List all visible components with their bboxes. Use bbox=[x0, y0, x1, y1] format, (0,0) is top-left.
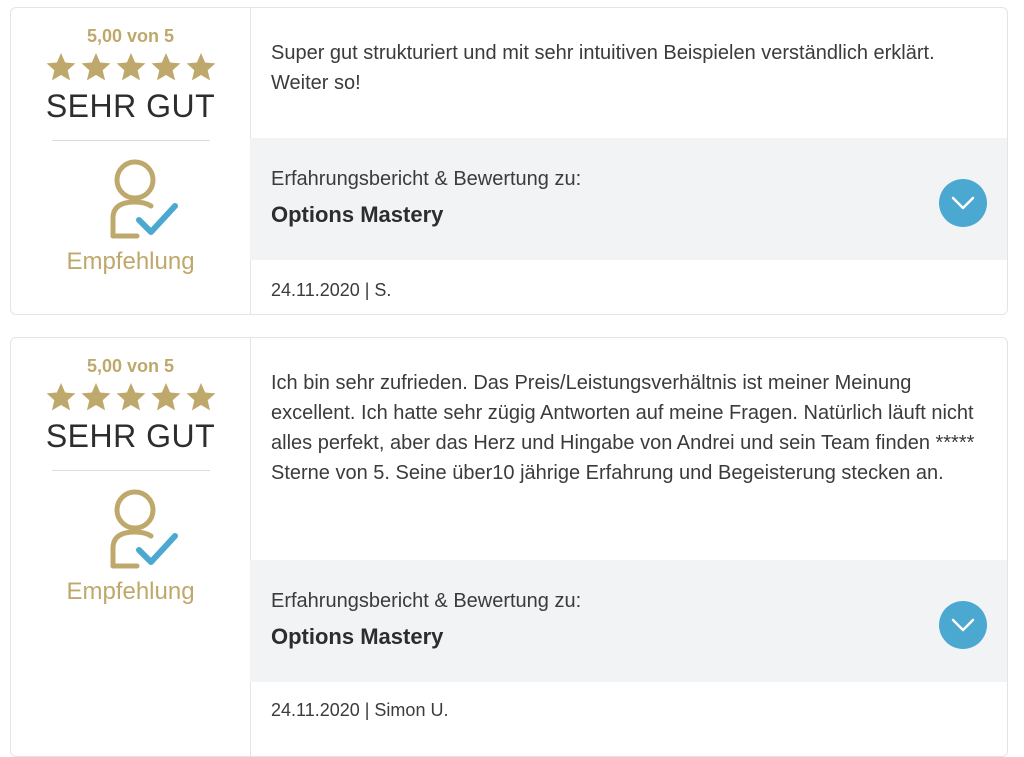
review-text: Super gut strukturiert und mit sehr intu… bbox=[271, 42, 935, 94]
person-check-icon bbox=[110, 489, 178, 569]
rating-label: SEHR GUT bbox=[45, 88, 216, 124]
star-rating bbox=[11, 381, 250, 413]
star-icon bbox=[116, 53, 145, 81]
recommendation-label: Empfehlung bbox=[66, 248, 195, 275]
star-rating bbox=[11, 51, 250, 83]
recommendation-label: Empfehlung bbox=[66, 578, 195, 605]
rating-score: 5,00 von 5 bbox=[86, 356, 175, 376]
review-card: 5,00 von 5 SEHR GUT Empfehlung Super gut… bbox=[10, 7, 1008, 315]
chevron-down-icon bbox=[951, 196, 975, 210]
star-icon bbox=[186, 53, 215, 81]
expand-button[interactable] bbox=[939, 601, 987, 649]
review-reference-label: Erfahrungsbericht & Bewertung zu: bbox=[271, 590, 582, 612]
divider bbox=[52, 470, 210, 471]
star-icon bbox=[46, 383, 75, 411]
rating-score: 5,00 von 5 bbox=[86, 26, 175, 46]
rating-column: 5,00 von 5 SEHR GUT Empfehlung bbox=[11, 8, 251, 314]
product-panel[interactable]: Erfahrungsbericht & Bewertung zu: Option… bbox=[250, 138, 1007, 260]
person-check-icon bbox=[110, 159, 178, 239]
review-text: Ich bin sehr zufrieden. Das Preis/Leistu… bbox=[271, 372, 975, 484]
review-content: Super gut strukturiert und mit sehr intu… bbox=[250, 8, 1007, 314]
review-content: Ich bin sehr zufrieden. Das Preis/Leistu… bbox=[250, 338, 1007, 756]
star-icon bbox=[186, 383, 215, 411]
star-icon bbox=[81, 53, 110, 81]
rating-label: SEHR GUT bbox=[45, 418, 216, 454]
product-name: Options Mastery bbox=[271, 624, 444, 649]
divider bbox=[52, 140, 210, 141]
review-meta: 24.11.2020 | S. bbox=[271, 280, 392, 300]
rating-column: 5,00 von 5 SEHR GUT Empfehlung bbox=[11, 338, 251, 756]
review-card: 5,00 von 5 SEHR GUT Empfehlung Ich bin s… bbox=[10, 337, 1008, 757]
expand-button[interactable] bbox=[939, 179, 987, 227]
product-panel[interactable]: Erfahrungsbericht & Bewertung zu: Option… bbox=[250, 560, 1007, 682]
star-icon bbox=[151, 53, 180, 81]
star-icon bbox=[46, 53, 75, 81]
review-meta: 24.11.2020 | Simon U. bbox=[271, 700, 449, 720]
review-reference-label: Erfahrungsbericht & Bewertung zu: bbox=[271, 168, 582, 190]
star-icon bbox=[81, 383, 110, 411]
star-icon bbox=[116, 383, 145, 411]
star-icon bbox=[151, 383, 180, 411]
chevron-down-icon bbox=[951, 618, 975, 632]
product-name: Options Mastery bbox=[271, 202, 444, 227]
